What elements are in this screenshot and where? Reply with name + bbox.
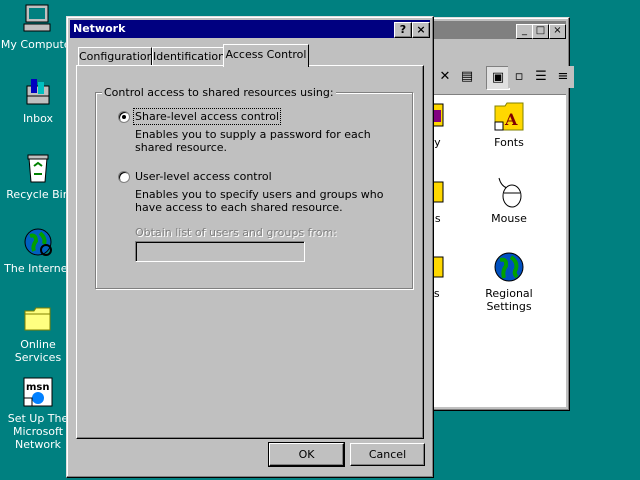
- list-view-icon[interactable]: ☰: [530, 66, 552, 88]
- cp-item-regional-settings[interactable]: Regional Settings: [469, 251, 549, 313]
- svg-text:msn: msn: [26, 382, 50, 393]
- properties-icon[interactable]: ▤: [456, 66, 478, 88]
- mouse-icon: [493, 176, 525, 208]
- inbox-icon: [22, 76, 54, 108]
- delete-icon[interactable]: ✕: [434, 66, 456, 88]
- share-level-description: Enables you to supply a password for eac…: [135, 128, 371, 154]
- minimize-button[interactable]: _: [516, 24, 533, 39]
- desktop-icon-label: The Internet: [4, 262, 72, 275]
- cp-item-label: Regional Settings: [485, 287, 533, 313]
- ok-button[interactable]: OK: [268, 442, 345, 467]
- regional-settings-globe-icon: [493, 251, 525, 283]
- desktop-icon-inbox[interactable]: Inbox: [0, 76, 76, 125]
- cp-item-mouse[interactable]: Mouse: [469, 176, 549, 225]
- cp-item-label: Mouse: [491, 212, 527, 225]
- cp-item-fonts[interactable]: A Fonts: [469, 100, 549, 149]
- large-icons-view-icon[interactable]: ▣: [486, 66, 510, 90]
- control-panel-items: play A Fonts ems Mouse ters Regional Set…: [414, 94, 566, 407]
- tab-label: Configuration: [79, 50, 154, 63]
- my-computer-icon: [22, 2, 54, 34]
- user-level-radio[interactable]: [118, 171, 130, 183]
- tab-configuration[interactable]: Configuration: [78, 47, 154, 66]
- cp-item-label: Fonts: [494, 136, 524, 149]
- desktop-icon-my-computer[interactable]: My Computer: [0, 2, 76, 51]
- close-button[interactable]: ×: [412, 22, 430, 38]
- tab-label: Access Control: [225, 48, 307, 61]
- desktop-icon-recycle-bin[interactable]: Recycle Bin: [0, 152, 76, 201]
- svg-text:A: A: [504, 110, 518, 129]
- maximize-button[interactable]: □: [532, 24, 549, 39]
- recycle-bin-icon: [22, 152, 54, 184]
- tab-identification[interactable]: Identification: [152, 47, 226, 66]
- close-button[interactable]: ×: [549, 24, 566, 39]
- share-level-radio[interactable]: [118, 111, 130, 123]
- internet-globe-icon: [22, 226, 54, 258]
- desktop-icon-label: Online Services: [14, 338, 62, 364]
- small-icons-view-icon[interactable]: ▫: [508, 66, 530, 88]
- dialog-titlebar[interactable]: Network ? ×: [70, 20, 430, 38]
- user-level-description: Enables you to specify users and groups …: [135, 188, 384, 214]
- control-panel-titlebar[interactable]: _ □ ×: [420, 21, 566, 39]
- group-label: Control access to shared resources using…: [102, 86, 336, 99]
- control-panel-toolbar: ✕ ▤ ▣ ▫ ☰ ≡: [420, 64, 574, 92]
- cancel-button[interactable]: Cancel: [350, 443, 425, 466]
- dialog-title: Network: [73, 22, 126, 35]
- folder-icon: [22, 302, 54, 334]
- desktop-icon-label: Inbox: [22, 112, 54, 125]
- desktop-icon-label: Recycle Bin: [6, 188, 70, 201]
- desktop-icon-label: Set Up The Microsoft Network: [7, 412, 69, 451]
- obtain-list-input[interactable]: [135, 241, 305, 262]
- desktop-icon-label: My Computer: [0, 38, 76, 51]
- user-level-label[interactable]: User-level access control: [135, 170, 272, 183]
- network-dialog[interactable]: Network ? × Configuration Identification…: [66, 16, 434, 478]
- tab-label: Identification: [153, 50, 226, 63]
- details-view-icon[interactable]: ≡: [552, 66, 574, 88]
- fonts-folder-icon: A: [493, 100, 525, 132]
- desktop-icon-set-up-msn[interactable]: msn Set Up The Microsoft Network: [0, 376, 76, 451]
- help-button[interactable]: ?: [394, 22, 412, 38]
- msn-icon: msn: [22, 376, 54, 408]
- access-control-panel: Control access to shared resources using…: [76, 65, 424, 439]
- desktop-icon-the-internet[interactable]: The Internet: [0, 226, 76, 275]
- control-panel-window[interactable]: _ □ × ✕ ▤ ▣ ▫ ☰ ≡ play A Fonts ems Mouse…: [414, 17, 574, 411]
- obtain-list-label: Obtain list of users and groups from:: [135, 226, 337, 239]
- desktop-icon-online-services[interactable]: Online Services: [0, 302, 76, 364]
- radio-selected-dot: [122, 115, 126, 119]
- share-level-label[interactable]: Share-level access control: [132, 108, 282, 125]
- tab-access-control[interactable]: Access Control: [223, 44, 309, 67]
